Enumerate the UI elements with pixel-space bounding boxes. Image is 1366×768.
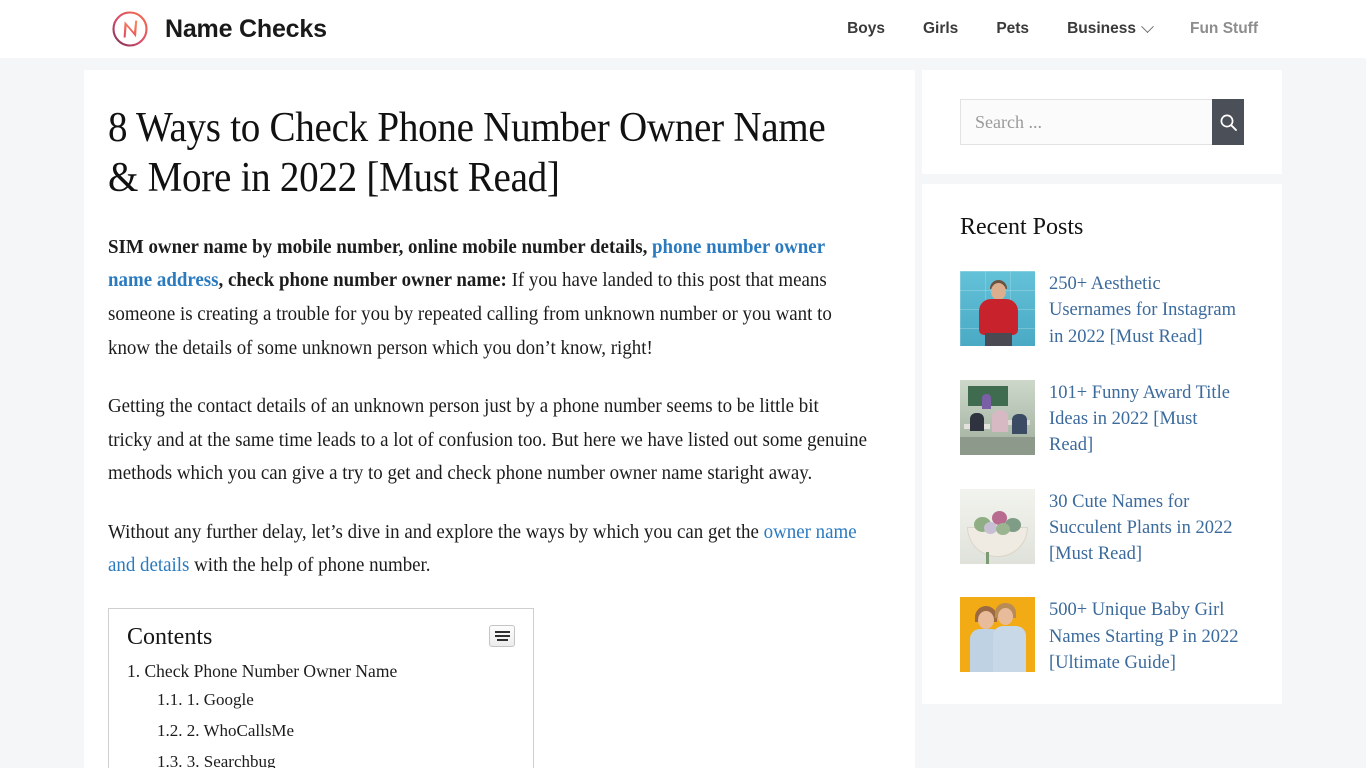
article: 8 Ways to Check Phone Number Owner Name … (108, 104, 891, 768)
classroom-photo (960, 379, 1035, 455)
recent-post-link[interactable]: 500+ Unique Baby Girl Names Starting P i… (1049, 597, 1244, 676)
circle-n-logo-icon (108, 7, 152, 51)
toc-item-number: 1. (127, 660, 141, 681)
list-item[interactable]: 250+ Aesthetic Usernames for Instagram i… (960, 271, 1244, 350)
toc-list: 1. Check Phone Number Owner Name 1.1. 1.… (127, 657, 515, 768)
succulent-bowl-photo (960, 488, 1035, 564)
chevron-down-icon[interactable] (1141, 19, 1154, 33)
para3-before: Without any further delay, let’s dive in… (108, 521, 764, 543)
search-form (960, 99, 1244, 145)
mother-and-daughter-photo (960, 597, 1035, 673)
toc-list-toggle-icon[interactable] (489, 624, 515, 647)
man-in-red-sweater-photo (960, 271, 1035, 346)
site-header: Name Checks Boys Girls Pets Business Fun… (0, 0, 1366, 58)
recent-posts-widget: Recent Posts 250+ Aesthetic Usernames fo… (922, 184, 1282, 705)
page-layout: 8 Ways to Check Phone Number Owner Name … (0, 58, 1366, 768)
search-button[interactable] (1212, 99, 1244, 145)
nav-item-pets-label: Pets (996, 20, 1030, 37)
article-paragraph-2: Getting the contact details of an unknow… (108, 396, 868, 485)
nav-item-boys-label: Boys (847, 20, 885, 37)
recent-posts-title: Recent Posts (960, 214, 1084, 240)
intro-bold-tail: , check phone number owner name: (218, 270, 507, 292)
toc-item-label: 2. WhoCallsMe (186, 721, 295, 741)
toc-title: Contents (127, 623, 213, 650)
toc-toggle-bar (494, 634, 510, 637)
article-paragraph-1: SIM owner name by mobile number, online … (108, 231, 868, 365)
toc-item-number: 1.2. (157, 721, 183, 741)
toc-item[interactable]: 1.1. 1. Google (127, 685, 515, 716)
toc-item-label: Check Phone Number Owner Name (144, 660, 398, 681)
page-title: 8 Ways to Check Phone Number Owner Name … (108, 105, 826, 201)
brand-name: Name Checks (165, 14, 327, 43)
intro-bold-lead: SIM owner name by mobile number, online … (108, 236, 653, 258)
toc-item-label: 1. Google (186, 690, 254, 710)
article-paragraph-3: Without any further delay, let’s dive in… (108, 516, 868, 583)
main-navigation: Boys Girls Pets Business Fun Stuff (828, 19, 1258, 38)
list-item[interactable]: 500+ Unique Baby Girl Names Starting P i… (960, 597, 1244, 676)
toc-item-number: 1.3. (157, 752, 183, 768)
para3-after: with the help of phone number. (189, 555, 431, 577)
toc-item-number: 1.1. (157, 690, 183, 710)
list-item[interactable]: 101+ Funny Award Title Ideas in 2022 [Mu… (960, 379, 1244, 459)
nav-item-boys[interactable]: Boys (828, 20, 904, 38)
recent-post-link[interactable]: 250+ Aesthetic Usernames for Instagram i… (1049, 271, 1244, 350)
nav-item-business-label: Business (1067, 20, 1136, 37)
toc-item[interactable]: 1.3. 3. Searchbug (127, 747, 515, 768)
toc-toggle-bar (496, 638, 508, 641)
brand-home-link[interactable]: Name Checks (108, 7, 327, 51)
recent-post-link[interactable]: 101+ Funny Award Title Ideas in 2022 [Mu… (1049, 380, 1244, 459)
list-item[interactable]: 30 Cute Names for Succulent Plants in 20… (960, 488, 1244, 568)
nav-item-girls-label: Girls (922, 20, 959, 37)
search-icon (1219, 113, 1238, 132)
toc-header: Contents (127, 623, 515, 652)
nav-item-pets[interactable]: Pets (977, 20, 1048, 38)
nav-item-fun-stuff[interactable]: Fun Stuff (1171, 20, 1258, 38)
search-widget (922, 70, 1282, 174)
recent-post-link[interactable]: 30 Cute Names for Succulent Plants in 20… (1049, 489, 1244, 568)
nav-item-business[interactable]: Business (1048, 19, 1171, 38)
toc-toggle-bar (494, 630, 510, 633)
toc-item-label: 3. Searchbug (186, 752, 276, 768)
sidebar: Recent Posts 250+ Aesthetic Usernames fo… (922, 70, 1282, 705)
nav-item-girls[interactable]: Girls (904, 20, 977, 38)
nav-item-fun-stuff-label: Fun Stuff (1189, 20, 1258, 37)
search-input[interactable] (960, 99, 1212, 145)
toc-item[interactable]: 1.2. 2. WhoCallsMe (127, 716, 515, 747)
toc-item[interactable]: 1. Check Phone Number Owner Name (127, 657, 515, 686)
main-content: 8 Ways to Check Phone Number Owner Name … (84, 70, 915, 768)
table-of-contents: Contents 1. Check Phone Number Owner Nam… (108, 607, 534, 768)
